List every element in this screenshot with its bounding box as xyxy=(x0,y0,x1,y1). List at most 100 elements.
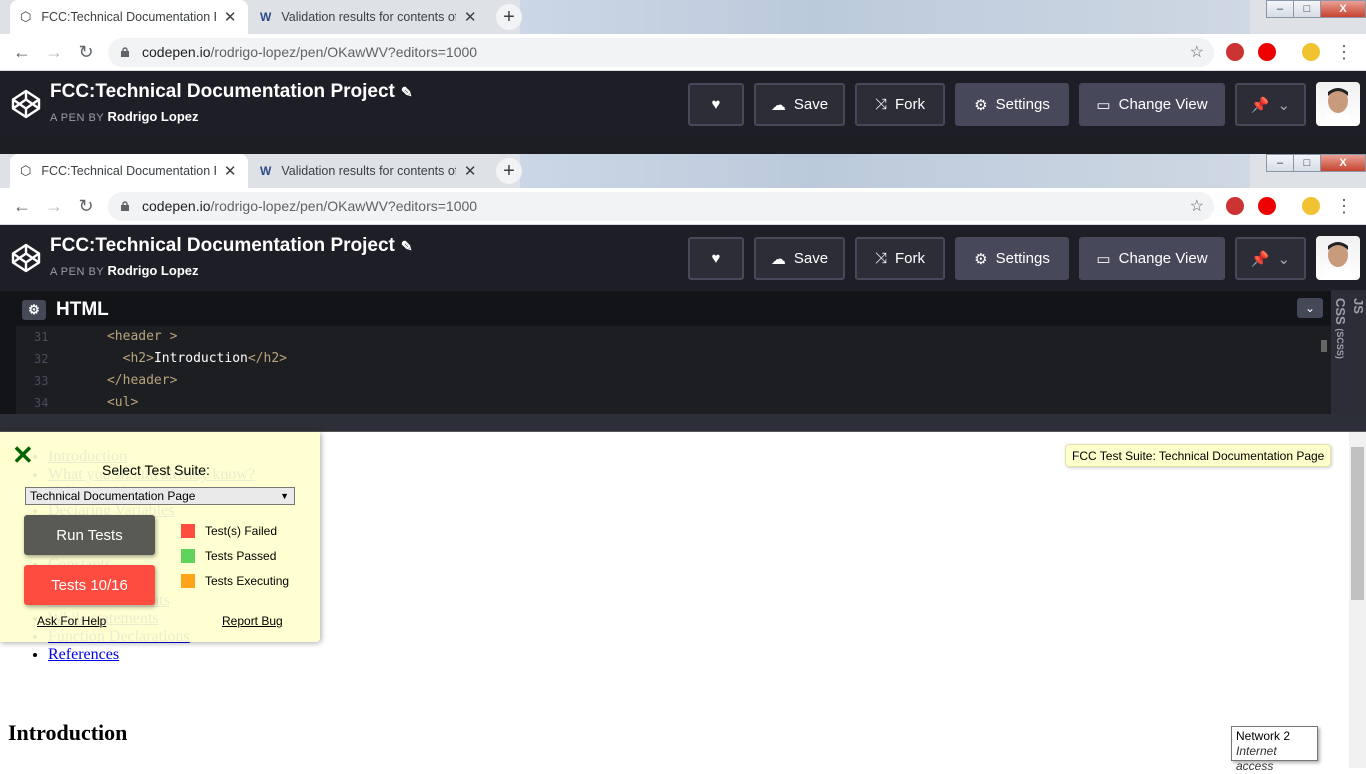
close-tab-icon[interactable]: ✕ xyxy=(462,8,478,26)
pen-title[interactable]: FCC:Technical Documentation Project ✎ xyxy=(50,81,413,103)
back-arrow-icon[interactable]: ← xyxy=(11,195,33,217)
close-tab-icon[interactable]: ✕ xyxy=(222,162,238,180)
tab-validation[interactable]: W Validation results for contents of ✕ xyxy=(250,154,488,188)
minimize-button[interactable]: – xyxy=(1266,154,1294,172)
menu-dots-icon[interactable]: ⋮ xyxy=(1333,41,1355,63)
like-button[interactable]: ♥ xyxy=(688,83,744,126)
css-tab[interactable]: CSS (SCSS) xyxy=(1333,298,1348,359)
extension-adblock-icon[interactable] xyxy=(1258,43,1276,61)
avatar[interactable] xyxy=(1316,236,1360,280)
extension-shield-icon[interactable] xyxy=(1226,43,1244,61)
lock-icon xyxy=(121,201,129,211)
report-bug-link[interactable]: Report Bug xyxy=(222,614,283,628)
tab-fcc-back[interactable]: ⬡ FCC:Technical Documentation Project ✕ xyxy=(10,0,248,34)
codepen-logo-icon[interactable] xyxy=(10,242,42,274)
edit-pencil-icon: ✎ xyxy=(400,84,413,100)
run-tests-button[interactable]: Run Tests xyxy=(24,515,155,555)
failed-swatch xyxy=(181,524,195,538)
line-number: 33 xyxy=(34,374,49,388)
passed-swatch xyxy=(181,549,195,563)
menu-dots-icon[interactable]: ⋮ xyxy=(1333,195,1355,217)
ask-for-help-link[interactable]: Ask For Help xyxy=(37,614,106,628)
edit-pencil-icon: ✎ xyxy=(400,238,413,254)
pin-icon: 📌 xyxy=(1250,96,1270,114)
scroll-thumb[interactable] xyxy=(1351,447,1364,600)
save-button[interactable]: ☁ Save xyxy=(754,83,845,126)
extension-icon[interactable] xyxy=(1302,197,1320,215)
tab-title: FCC:Technical Documentation Project xyxy=(41,10,216,24)
pin-button[interactable]: 📌 ⌄ xyxy=(1235,83,1306,126)
change-view-button[interactable]: ▭ Change View xyxy=(1079,237,1225,280)
settings-button[interactable]: ⚙ Settings xyxy=(955,83,1069,126)
close-tab-icon[interactable]: ✕ xyxy=(462,162,478,180)
heart-icon: ♥ xyxy=(711,250,721,267)
pin-button[interactable]: 📌 ⌄ xyxy=(1235,237,1306,280)
address-bar: ← → ↻ codepen.io/rodrigo-lopez/pen/OKawW… xyxy=(0,188,1366,225)
tests-result-button[interactable]: Tests 10/16 xyxy=(24,565,155,605)
editor-title: ⚙ HTML xyxy=(22,299,109,321)
legend-failed: Test(s) Failed xyxy=(181,524,277,538)
w3c-favicon-icon: W xyxy=(260,10,272,24)
js-tab[interactable]: JS xyxy=(1351,298,1366,314)
test-suite-badge[interactable]: FCC Test Suite: Technical Documentation … xyxy=(1065,444,1332,467)
pen-author: A PEN BY Rodrigo Lopez xyxy=(50,109,199,124)
url-field[interactable]: codepen.io/rodrigo-lopez/pen/OKawWV?edit… xyxy=(108,38,1214,67)
settings-button[interactable]: ⚙ Settings xyxy=(955,237,1069,280)
cloud-icon: ☁ xyxy=(770,250,786,268)
chevron-down-icon: ⌄ xyxy=(1277,250,1291,268)
extension-adblock-icon[interactable] xyxy=(1258,197,1276,215)
close-window-button[interactable]: X xyxy=(1320,154,1366,172)
avatar[interactable] xyxy=(1316,82,1360,126)
code-line: 33 </header> xyxy=(16,370,1332,392)
bookmark-star-icon[interactable]: ☆ xyxy=(1190,38,1204,67)
codepen-logo-icon[interactable] xyxy=(10,88,42,120)
maximize-button[interactable]: □ xyxy=(1293,0,1321,18)
codepen-favicon-icon: ⬡ xyxy=(20,9,32,24)
pen-title[interactable]: FCC:Technical Documentation Project ✎ xyxy=(50,235,413,257)
select-label: Select Test Suite: xyxy=(102,462,210,478)
maximize-button[interactable]: □ xyxy=(1293,154,1321,172)
executing-swatch xyxy=(181,574,195,588)
test-suite-select[interactable]: Technical Documentation Page ▼ xyxy=(25,487,295,505)
fork-icon: ⤨ xyxy=(874,96,887,113)
extension-icon[interactable] xyxy=(1302,43,1320,61)
fork-button[interactable]: ⤨ Fork xyxy=(855,83,945,126)
reload-icon[interactable]: ↻ xyxy=(75,195,97,217)
collapse-editor-button[interactable]: ⌄ xyxy=(1297,298,1323,318)
code-area[interactable]: 31 <header >32 <h2> Introduction </h2> 33 <… xyxy=(16,326,1332,414)
url-field[interactable]: codepen.io/rodrigo-lopez/pen/OKawWV?edit… xyxy=(108,192,1214,221)
editor-settings-icon[interactable]: ⚙ xyxy=(22,300,46,320)
nav-link[interactable]: References xyxy=(48,646,119,663)
tab-validation-back[interactable]: W Validation results for contents of ✕ xyxy=(250,0,488,34)
line-number: 34 xyxy=(34,396,49,410)
editor-scroll-thumb[interactable] xyxy=(1321,340,1327,352)
close-window-button[interactable]: X xyxy=(1320,0,1366,18)
forward-arrow-icon[interactable]: → xyxy=(43,195,65,217)
bookmark-star-icon[interactable]: ☆ xyxy=(1190,192,1204,221)
tab-fcc[interactable]: ⬡ FCC:Technical Documentation Project ✕ xyxy=(10,154,248,188)
background-window xyxy=(520,154,1250,188)
like-button[interactable]: ♥ xyxy=(688,237,744,280)
new-tab-button[interactable]: + xyxy=(496,4,522,30)
extension-shield-icon[interactable] xyxy=(1226,197,1244,215)
w3c-favicon-icon: W xyxy=(260,164,272,178)
side-editor-tabs: CSS (SCSS) JS xyxy=(1331,290,1366,415)
preview-scrollbar[interactable] xyxy=(1349,432,1366,768)
fork-icon: ⤨ xyxy=(874,250,887,267)
close-tab-icon[interactable]: ✕ xyxy=(222,8,238,26)
fork-button[interactable]: ⤨ Fork xyxy=(855,237,945,280)
lock-icon xyxy=(121,47,129,57)
close-icon[interactable]: ✕ xyxy=(12,442,34,468)
forward-arrow-icon[interactable]: → xyxy=(43,41,65,63)
network-tooltip: Network 2 Internet access xyxy=(1231,726,1318,773)
pin-icon: 📌 xyxy=(1250,250,1270,268)
tab-title: Validation results for contents of xyxy=(281,164,457,178)
new-tab-button[interactable]: + xyxy=(496,158,522,184)
change-view-button[interactable]: ▭ Change View xyxy=(1079,83,1225,126)
back-arrow-icon[interactable]: ← xyxy=(11,41,33,63)
minimize-button[interactable]: – xyxy=(1266,0,1294,18)
resize-divider[interactable] xyxy=(0,414,1366,432)
save-button[interactable]: ☁ Save xyxy=(754,237,845,280)
reload-icon[interactable]: ↻ xyxy=(75,41,97,63)
heart-icon: ♥ xyxy=(711,96,721,113)
